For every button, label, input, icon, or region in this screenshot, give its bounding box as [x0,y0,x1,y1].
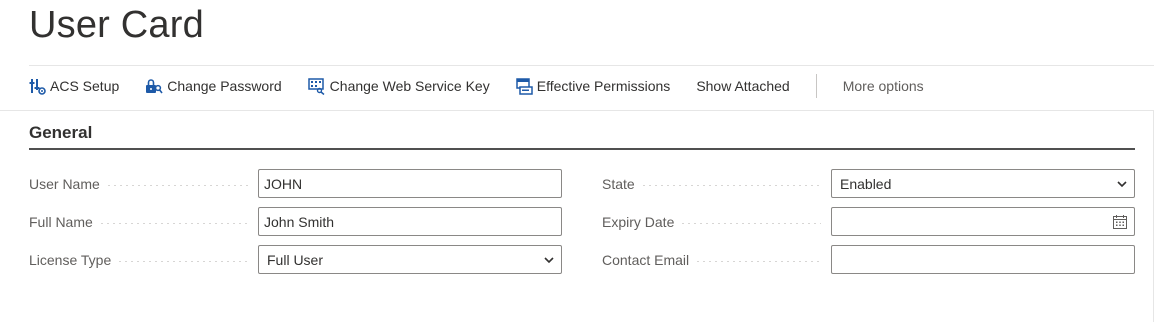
chevron-down-icon [544,256,554,263]
section-divider [29,148,1135,150]
dotted-leader [117,260,248,262]
contact-email-label: Contact Email [602,251,696,268]
section-title-general[interactable]: General [29,123,92,143]
dotted-leader [105,184,248,186]
user-name-label: User Name [29,175,106,192]
action-separator [815,74,817,98]
show-attached-label: Show Attached [696,78,790,94]
more-options-button[interactable]: More options [843,78,924,94]
full-name-label: Full Name [29,213,99,230]
permissions-icon [515,77,533,95]
license-type-value: Full User [267,251,324,268]
more-options-label: More options [842,78,924,94]
change-web-service-key-button[interactable]: Change Web Service Key [307,77,490,95]
effective-permissions-label: Effective Permissions [536,78,671,94]
dotted-leader [98,222,248,224]
chevron-down-icon [1117,180,1127,187]
state-label: State [602,175,641,192]
expiry-date-label: Expiry Date [602,213,681,230]
expiry-date-field: Expiry Date [602,207,1135,236]
full-name-value: John Smith [264,213,335,230]
acs-setup-icon [29,78,46,95]
change-password-label: Change Password [167,78,282,94]
effective-permissions-button[interactable]: Effective Permissions [515,77,671,95]
dotted-leader [640,184,821,186]
action-bar: ACS Setup Change Password Change Web Ser… [29,73,924,99]
title-divider [29,65,1154,66]
state-select[interactable]: Enabled [831,169,1135,198]
change-password-button[interactable]: Change Password [145,78,282,95]
license-type-field: License Type Full User [29,245,562,274]
page-title: User Card [29,4,204,46]
contact-email-field: Contact Email [602,245,1135,274]
full-name-input[interactable]: John Smith [258,207,562,236]
acs-setup-label: ACS Setup [50,78,120,94]
user-name-field: User Name JOHN [29,169,562,198]
license-type-select[interactable]: Full User [258,245,562,274]
state-field: State Enabled [602,169,1135,198]
acs-setup-button[interactable]: ACS Setup [29,78,119,95]
expiry-date-input[interactable] [831,207,1135,236]
user-name-value: JOHN [264,175,303,192]
license-type-label: License Type [29,251,118,268]
dotted-leader [680,222,821,224]
full-name-field: Full Name John Smith [29,207,562,236]
web-service-key-icon [307,77,325,95]
key-lock-icon [146,78,163,93]
change-web-service-key-label: Change Web Service Key [329,78,490,94]
user-name-input[interactable]: JOHN [258,169,562,198]
show-attached-button[interactable]: Show Attached [696,78,789,94]
dotted-leader [695,260,821,262]
contact-email-input[interactable] [831,245,1135,274]
calendar-icon[interactable] [1112,214,1128,230]
state-value: Enabled [840,175,892,192]
